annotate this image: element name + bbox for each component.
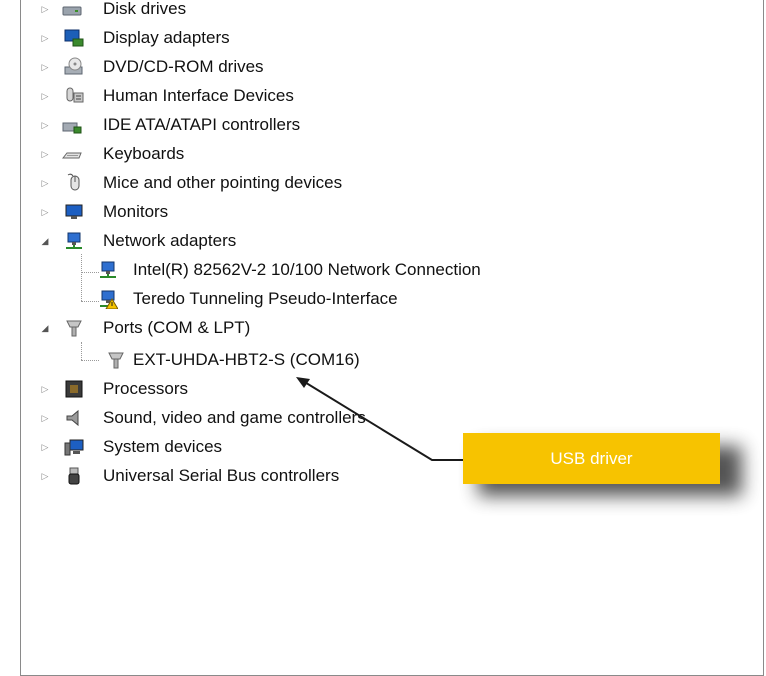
callout-arrow-icon: [296, 377, 463, 461]
usb-driver-callout: USB driver: [463, 433, 720, 484]
